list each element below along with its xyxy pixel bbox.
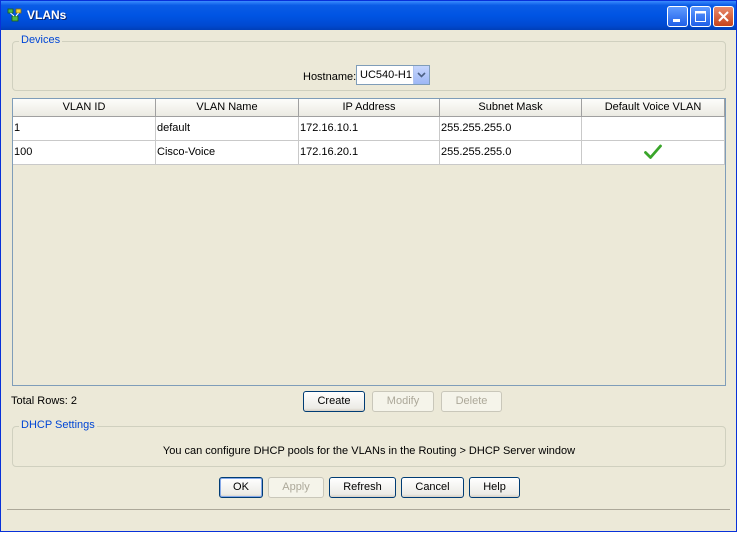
maximize-icon [695, 11, 706, 22]
cell-default-voice-vlan [582, 117, 725, 141]
cell-subnet-mask: 255.255.255.0 [440, 117, 582, 141]
hostname-label: Hostname: [303, 71, 357, 83]
hostname-value: UC540-H1 [360, 69, 412, 81]
modify-button[interactable]: Modify [372, 391, 434, 412]
cell-vlan-name: Cisco-Voice [156, 141, 299, 165]
cell-subnet-mask: 255.255.255.0 [440, 141, 582, 165]
network-vlan-icon [7, 8, 23, 22]
dhcp-settings-group-label: DHCP Settings [19, 419, 97, 431]
chevron-down-icon[interactable] [413, 66, 429, 84]
cell-ip-address: 172.16.20.1 [299, 141, 440, 165]
vlan-table: VLAN ID VLAN Name IP Address Subnet Mask… [12, 98, 726, 386]
column-header-ip-address[interactable]: IP Address [299, 99, 440, 117]
cancel-button[interactable]: Cancel [401, 477, 464, 498]
apply-button[interactable]: Apply [268, 477, 324, 498]
window-client-area: Devices Hostname: UC540-H1 VLAN ID VLAN … [4, 30, 733, 530]
column-header-vlan-name[interactable]: VLAN Name [156, 99, 299, 117]
column-header-vlan-id[interactable]: VLAN ID [13, 99, 156, 117]
delete-button[interactable]: Delete [441, 391, 502, 412]
column-header-default-voice-vlan[interactable]: Default Voice VLAN [582, 99, 725, 117]
devices-group-label: Devices [19, 34, 63, 46]
refresh-button[interactable]: Refresh [329, 477, 396, 498]
window-title: VLANs [27, 8, 67, 22]
dhcp-message: You can configure DHCP pools for the VLA… [162, 445, 576, 457]
create-button[interactable]: Create [303, 391, 365, 412]
dhcp-settings-group: DHCP Settings You can configure DHCP poo… [12, 419, 726, 467]
devices-group: Devices Hostname: UC540-H1 [12, 34, 726, 91]
vlans-window: VLANs Devices Hostname: UC540-H1 VLAN ID [0, 0, 737, 532]
checkmark-icon [644, 144, 662, 159]
title-bar[interactable]: VLANs [1, 1, 736, 30]
maximize-button[interactable] [690, 6, 711, 27]
status-bar [7, 509, 730, 528]
column-header-subnet-mask[interactable]: Subnet Mask [440, 99, 582, 117]
cell-vlan-name: default [156, 117, 299, 141]
total-rows-label: Total Rows: 2 [11, 395, 78, 407]
close-icon [718, 11, 729, 22]
table-row[interactable]: 1 default 172.16.10.1 255.255.255.0 [13, 117, 725, 141]
table-row[interactable]: 100 Cisco-Voice 172.16.20.1 255.255.255.… [13, 141, 725, 165]
table-header: VLAN ID VLAN Name IP Address Subnet Mask… [13, 99, 725, 117]
minimize-button[interactable] [667, 6, 688, 27]
help-button[interactable]: Help [469, 477, 520, 498]
hostname-select[interactable]: UC540-H1 [356, 65, 430, 85]
cell-default-voice-vlan [582, 141, 725, 165]
cell-vlan-id: 1 [13, 117, 156, 141]
minimize-icon [673, 19, 680, 22]
cell-vlan-id: 100 [13, 141, 156, 165]
cell-ip-address: 172.16.10.1 [299, 117, 440, 141]
close-button[interactable] [713, 6, 734, 27]
ok-button[interactable]: OK [219, 477, 263, 498]
